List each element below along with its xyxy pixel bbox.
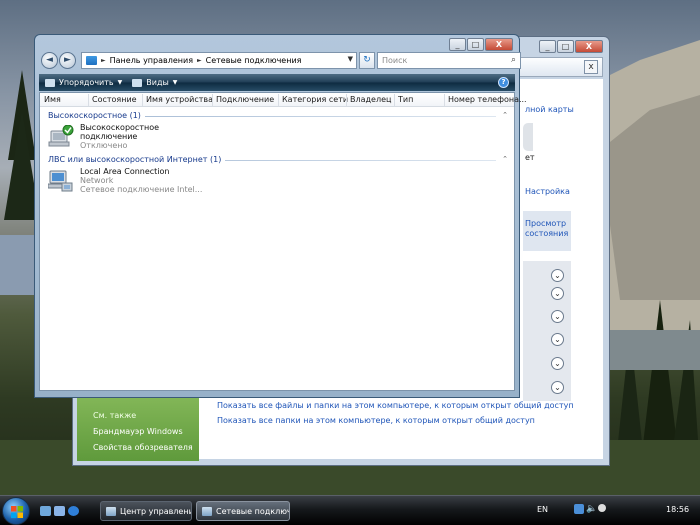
network-connections-icon [202, 506, 212, 516]
expand-chevron-icon[interactable]: ⌄ [551, 333, 564, 346]
settings-link[interactable]: Настройка [525, 187, 570, 196]
bg-close-button[interactable]: X [575, 40, 603, 53]
search-placeholder: Поиск [382, 56, 408, 65]
switch-windows-icon[interactable] [54, 506, 65, 516]
expand-chevron-icon[interactable]: ⌄ [551, 381, 564, 394]
views-dropdown-icon: ▼ [172, 79, 178, 86]
expand-chevron-icon[interactable]: ⌄ [551, 357, 564, 370]
network-center-icon [106, 506, 116, 516]
bg-partial-label: ет [525, 153, 535, 162]
command-bar: Упорядочить ▼ Виды ▼ ? [39, 74, 515, 91]
taskbar-button-network-center[interactable]: Центр управления ... [100, 501, 192, 521]
language-indicator[interactable]: EN [537, 505, 548, 514]
breadcrumb-control-panel[interactable]: Панель управления [110, 56, 193, 65]
connection-network-category: Network [80, 176, 114, 185]
forward-button[interactable]: ► [59, 52, 76, 69]
bg-toolbar-close-icon[interactable]: x [584, 60, 598, 74]
views-button[interactable]: Виды ▼ [132, 78, 177, 87]
organize-icon [45, 78, 55, 87]
bg-maximize-button[interactable]: □ [557, 40, 574, 53]
help-icon[interactable]: ? [498, 77, 509, 88]
bg-expander-panel: ⌄ ⌄ ⌄ ⌄ ⌄ ⌄ [523, 261, 571, 401]
connection-name: Высокоскоростное подключение [80, 123, 160, 141]
collapse-icon[interactable]: ⌃ [502, 155, 508, 163]
view-status-link-line1[interactable]: Просмотр [525, 219, 566, 228]
minimize-button[interactable]: _ [449, 38, 466, 51]
control-panel-icon [86, 56, 97, 65]
close-button[interactable]: X [485, 38, 513, 51]
show-desktop-icon[interactable] [40, 506, 51, 516]
group-title: ЛВС или высокоскоростной Интернет (1) [48, 155, 226, 164]
column-header-connectivity[interactable]: Подключение [216, 95, 274, 104]
column-header-phone[interactable]: Номер телефона... [448, 95, 527, 104]
address-bar[interactable]: ► Панель управления ► Сетевые подключени… [81, 52, 357, 69]
expand-chevron-icon[interactable]: ⌄ [551, 287, 564, 300]
column-header-owner[interactable]: Владелец [350, 95, 391, 104]
taskbar: Центр управления ... Сетевые подключе...… [0, 495, 700, 525]
group-header-broadband[interactable]: Высокоскоростное (1) ⌃ [48, 111, 508, 123]
column-header-row: Имя Состояние Имя устройства Подключение… [40, 93, 527, 107]
column-header-network-category[interactable]: Категория сети [282, 95, 348, 104]
organize-dropdown-icon: ▼ [117, 79, 123, 86]
broadband-connection-icon [48, 125, 74, 147]
bg-minimize-button[interactable]: _ [539, 40, 556, 53]
organize-label: Упорядочить [59, 78, 114, 87]
address-dropdown-icon[interactable]: ▼ [348, 55, 353, 63]
caption-buttons: _ □ X [449, 38, 513, 51]
collapse-icon[interactable]: ⌃ [502, 111, 508, 119]
network-tray-icon[interactable] [574, 504, 584, 514]
column-header-type[interactable]: Тип [398, 95, 413, 104]
clock[interactable]: 18:56 [666, 505, 696, 514]
see-also-panel: См. также Брандмауэр Windows Свойства об… [77, 391, 199, 461]
expand-chevron-icon[interactable]: ⌄ [551, 310, 564, 323]
back-button[interactable]: ◄ [41, 52, 58, 69]
refresh-button[interactable]: ↻ [359, 52, 375, 69]
views-label: Виды [146, 78, 169, 87]
firewall-link[interactable]: Брандмауэр Windows [93, 427, 183, 436]
column-header-name[interactable]: Имя [44, 95, 61, 104]
group-header-lan[interactable]: ЛВС или высокоскоростной Интернет (1) ⌃ [48, 155, 508, 167]
tray-extra-icon[interactable] [598, 504, 606, 512]
connection-name: Local Area Connection [80, 167, 170, 176]
lan-connection-icon [48, 170, 73, 192]
view-status-panel: Просмотр состояния [523, 211, 571, 251]
search-icon[interactable]: ⌕ [511, 53, 516, 68]
internet-explorer-icon[interactable] [68, 506, 79, 516]
bg-caption-buttons: _ □ X [539, 40, 603, 53]
expand-chevron-icon[interactable]: ⌄ [551, 269, 564, 282]
breadcrumb-separator-icon: ► [101, 57, 106, 64]
volume-muted-icon[interactable]: 🔈 [586, 504, 597, 514]
navigation-bar: ◄ ► ► Панель управления ► Сетевые подклю… [39, 51, 521, 71]
column-header-status[interactable]: Состояние [92, 95, 137, 104]
connection-status: Отключено [80, 141, 128, 150]
system-tray: EN 🔈 18:56 [537, 496, 700, 525]
windows-logo-icon [11, 506, 23, 518]
list-item[interactable]: Высокоскоростное подключение Отключено [48, 123, 288, 155]
show-shared-files-link[interactable]: Показать все файлы и папки на этом компь… [217, 401, 574, 410]
views-icon [132, 78, 143, 87]
organize-button[interactable]: Упорядочить ▼ [45, 78, 122, 87]
map-link[interactable]: лной карты [525, 105, 574, 114]
taskbar-button-label: Центр управления ... [120, 506, 191, 516]
bg-computer-icon [523, 123, 533, 151]
maximize-button[interactable]: □ [467, 38, 484, 51]
taskbar-button-network-connections[interactable]: Сетевые подключе... [196, 501, 290, 521]
breadcrumb-separator-icon: ► [197, 57, 202, 64]
network-connections-window[interactable]: _ □ X ◄ ► ► Панель управления ► Сетевые … [34, 34, 527, 398]
column-header-device[interactable]: Имя устройства [146, 95, 213, 104]
show-shared-folders-link[interactable]: Показать все папки на этом компьютере, к… [217, 416, 535, 425]
group-title: Высокоскоростное (1) [48, 111, 145, 120]
list-item[interactable]: Local Area Connection Network Сетевое по… [48, 167, 288, 199]
file-list-pane[interactable]: Имя Состояние Имя устройства Подключение… [39, 92, 527, 391]
search-input[interactable]: Поиск ⌕ [377, 52, 521, 69]
start-button[interactable] [2, 497, 30, 525]
connection-device: Сетевое подключение Intel... [80, 185, 203, 194]
breadcrumb-network-connections[interactable]: Сетевые подключения [206, 56, 302, 65]
internet-options-link[interactable]: Свойства обозревателя [93, 443, 193, 452]
view-status-link-line2[interactable]: состояния [525, 229, 568, 238]
see-also-heading: См. также [93, 411, 137, 420]
taskbar-button-label: Сетевые подключе... [216, 506, 289, 516]
